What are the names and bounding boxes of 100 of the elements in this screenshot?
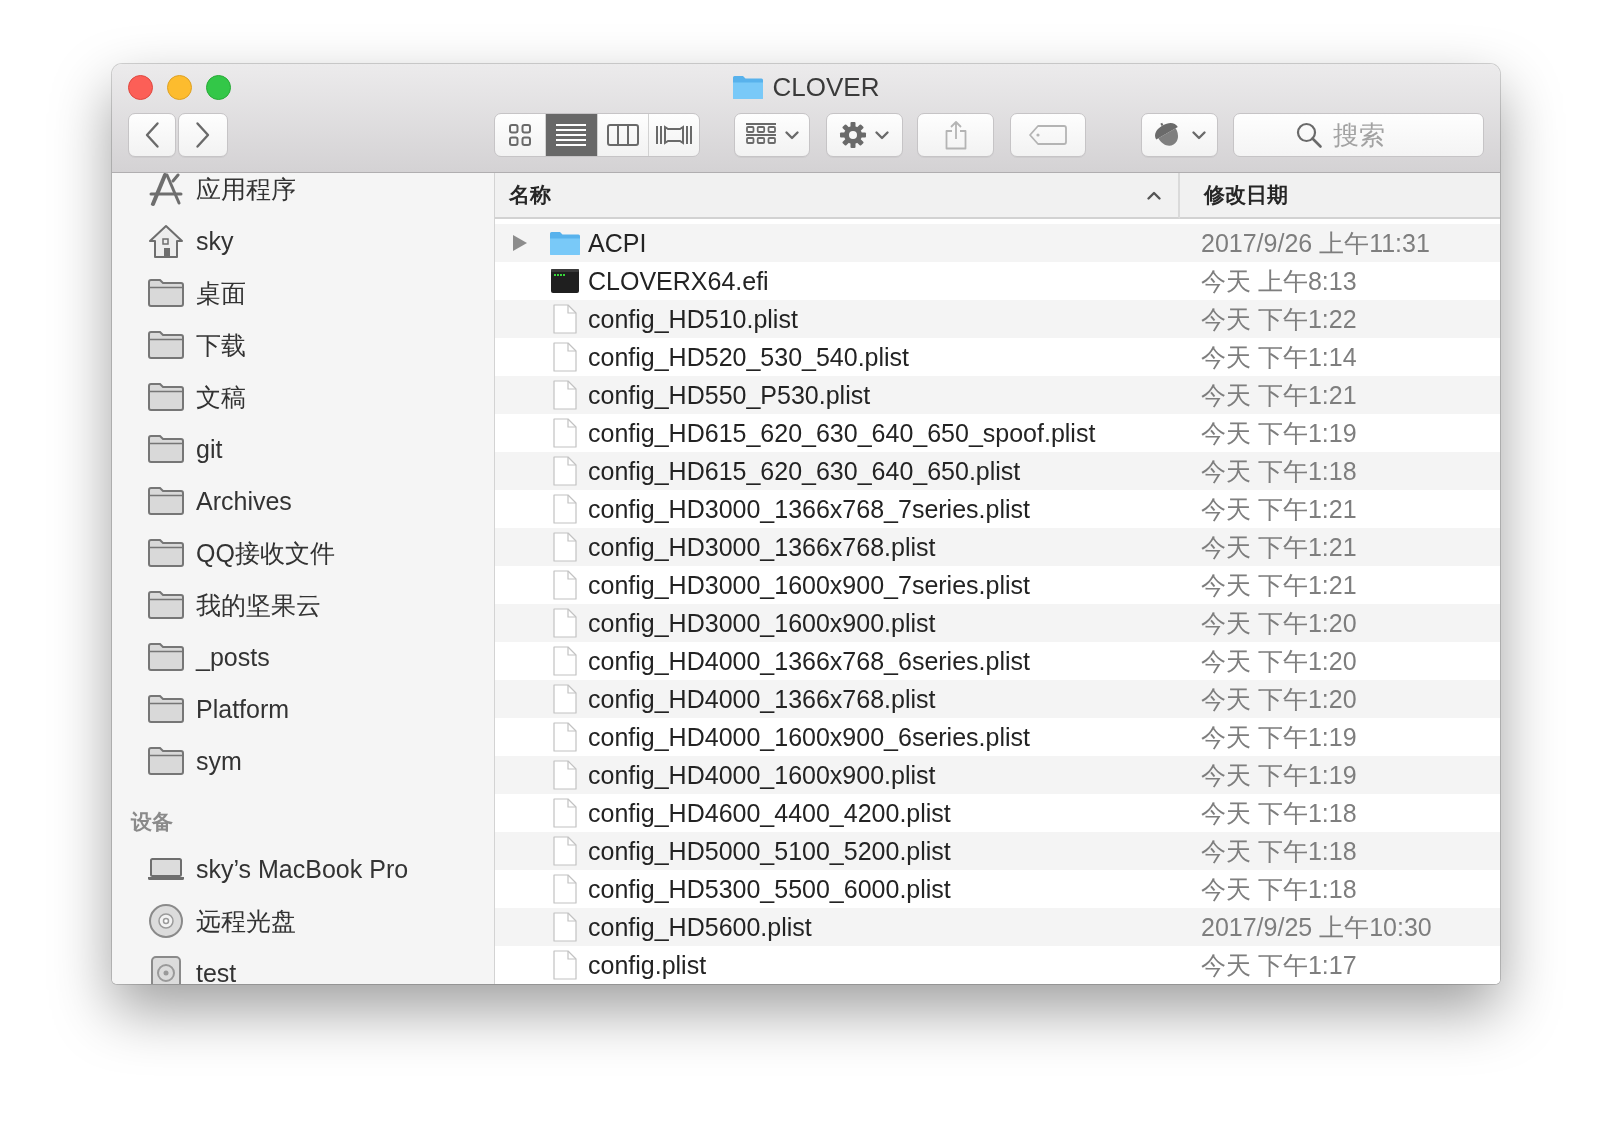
file-row[interactable]: config_HD3000_1366x768.plist 今天 下午1:21 xyxy=(495,528,1500,566)
search-icon xyxy=(1296,122,1322,148)
date-modified: 今天 下午1:18 xyxy=(1201,798,1358,829)
document-icon xyxy=(553,874,577,904)
folder-icon xyxy=(148,487,184,515)
file-name: config_HD5300_5500_6000.plist xyxy=(588,874,951,905)
file-name: config_HD4000_1366x768_6series.plist xyxy=(588,646,1030,677)
sidebar-item[interactable]: 应用程序 xyxy=(148,173,296,207)
date-modified: 今天 下午1:20 xyxy=(1201,646,1358,677)
sidebar-item[interactable]: sky xyxy=(148,223,234,259)
file-name: config_HD4000_1600x900_6series.plist xyxy=(588,722,1030,753)
file-row[interactable]: config_HD4000_1600x900.plist 今天 下午1:19 xyxy=(495,756,1500,794)
date-modified: 今天 下午1:18 xyxy=(1201,456,1358,487)
file-name: config_HD615_620_630_640_650.plist xyxy=(588,456,1021,487)
pencil-ruler-icon xyxy=(149,173,183,206)
sidebar-item[interactable]: test xyxy=(148,955,237,984)
columns-icon xyxy=(606,124,639,146)
back-button[interactable] xyxy=(128,113,176,157)
disclosure-triangle-icon[interactable] xyxy=(513,235,527,251)
grid-icon xyxy=(509,124,532,146)
sidebar-item[interactable]: Platform xyxy=(148,691,290,727)
file-row[interactable]: config_HD4000_1366x768.plist 今天 下午1:20 xyxy=(495,680,1500,718)
share-icon xyxy=(944,120,967,150)
document-icon xyxy=(553,646,577,676)
date-modified: 2017/9/25 上午10:30 xyxy=(1201,912,1433,943)
disc-icon xyxy=(149,904,183,938)
date-modified: 今天 下午1:21 xyxy=(1201,570,1358,601)
file-row[interactable]: config_HD615_620_630_640_650.plist 今天 下午1:18 xyxy=(495,452,1500,490)
folder-icon xyxy=(550,231,580,255)
sidebar-item[interactable]: sym xyxy=(148,743,242,779)
column-header[interactable]: 名称 xyxy=(495,173,1180,219)
document-icon xyxy=(553,684,577,714)
acorn-button[interactable] xyxy=(1141,113,1218,157)
gallery-icon xyxy=(655,124,692,146)
date-modified: 今天 上午8:13 xyxy=(1201,266,1358,297)
sidebar-item[interactable]: QQ接收文件 xyxy=(148,535,335,571)
date-modified: 今天 下午1:20 xyxy=(1201,608,1358,639)
date-modified: 今天 下午1:19 xyxy=(1201,722,1358,753)
file-name: config_HD3000_1366x768_7series.plist xyxy=(588,494,1030,525)
column-header[interactable]: 修改日期 xyxy=(1180,173,1500,219)
date-modified: 今天 下午1:19 xyxy=(1201,418,1358,449)
file-name: config_HD5600.plist xyxy=(588,912,812,943)
sidebar-item[interactable]: 我的坚果云 xyxy=(148,587,321,623)
forward-button[interactable] xyxy=(178,113,228,157)
file-row[interactable]: ACPI 2017/9/26 上午11:31 xyxy=(495,224,1500,262)
folder-icon xyxy=(148,279,184,307)
file-name: config_HD4000_1600x900.plist xyxy=(588,760,936,791)
document-icon xyxy=(553,380,577,410)
date-modified: 今天 下午1:18 xyxy=(1201,874,1358,905)
gear-icon xyxy=(840,122,866,148)
window-title: CLOVER xyxy=(772,72,880,102)
file-name: ACPI xyxy=(588,228,647,259)
sidebar-item[interactable]: 文稿 xyxy=(148,379,246,415)
file-row[interactable]: config_HD5000_5100_5200.plist 今天 下午1:18 xyxy=(495,832,1500,870)
house-icon xyxy=(149,224,183,258)
date-modified: 今天 下午1:21 xyxy=(1201,532,1358,563)
close-button[interactable] xyxy=(128,74,153,100)
sidebar-item[interactable]: 下载 xyxy=(148,327,246,363)
sidebar-item[interactable]: Archives xyxy=(148,483,292,519)
list-view-button[interactable] xyxy=(545,114,597,156)
sidebar-item[interactable]: git xyxy=(148,431,223,467)
action-button[interactable] xyxy=(826,113,903,157)
file-name: config_HD520_530_540.plist xyxy=(588,342,910,373)
list-icon xyxy=(556,124,587,146)
file-row[interactable]: config_HD550_P530.plist 今天 下午1:21 xyxy=(495,376,1500,414)
caret-icon xyxy=(784,130,799,140)
file-name: config_HD4000_1366x768.plist xyxy=(588,684,936,715)
file-row[interactable]: config_HD3000_1600x900.plist 今天 下午1:20 xyxy=(495,604,1500,642)
folder-icon xyxy=(148,643,184,671)
document-icon xyxy=(553,570,577,600)
document-icon xyxy=(553,950,577,980)
document-icon xyxy=(553,912,577,942)
date-modified: 今天 下午1:21 xyxy=(1201,380,1358,411)
sidebar-item[interactable]: 远程光盘 xyxy=(148,903,296,939)
file-name: config_HD3000_1600x900.plist xyxy=(588,608,936,639)
date-modified: 2017/9/26 上午11:31 xyxy=(1201,228,1431,259)
search-field[interactable]: 搜索 xyxy=(1233,113,1484,157)
document-icon xyxy=(553,418,577,448)
document-icon xyxy=(553,532,577,562)
folder-icon xyxy=(732,75,763,99)
file-name: config_HD5000_5100_5200.plist xyxy=(588,836,951,867)
document-icon xyxy=(553,722,577,752)
document-icon xyxy=(553,836,577,866)
file-row[interactable]: config_HD510.plist 今天 下午1:22 xyxy=(495,300,1500,338)
file-name: config_HD615_620_630_640_650_spoof.plist xyxy=(588,418,1096,449)
grid-icon xyxy=(745,123,776,147)
file-name: config_HD3000_1600x900_7series.plist xyxy=(588,570,1030,601)
file-name: config_HD550_P530.plist xyxy=(588,380,871,411)
sidebar-item[interactable]: sky’s MacBook Pro xyxy=(148,851,409,887)
file-row[interactable]: config_HD5600.plist 2017/9/25 上午10:30 xyxy=(495,908,1500,946)
document-icon xyxy=(553,304,577,334)
arrange-button[interactable] xyxy=(734,113,810,157)
file-name: CLOVERX64.efi xyxy=(588,266,769,297)
folder-icon xyxy=(148,435,184,463)
document-icon xyxy=(553,760,577,790)
document-icon xyxy=(553,342,577,372)
sidebar-item[interactable]: 桌面 xyxy=(148,275,246,311)
folder-icon xyxy=(148,383,184,411)
sidebar-item[interactable]: _posts xyxy=(148,639,270,675)
file-name: config_HD4600_4400_4200.plist xyxy=(588,798,951,829)
